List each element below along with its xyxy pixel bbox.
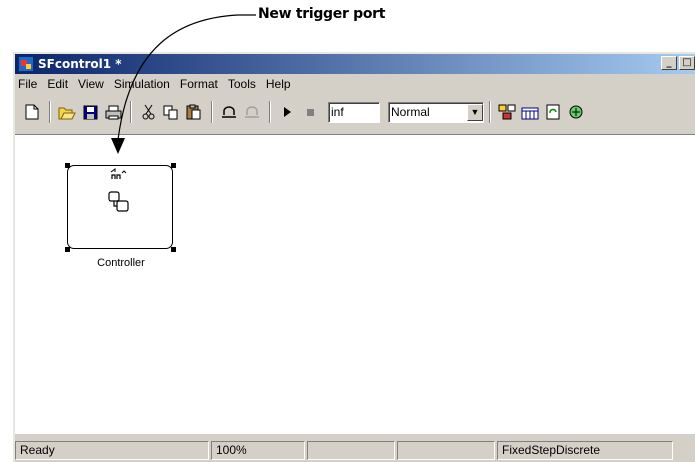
paste-icon[interactable] — [183, 101, 205, 123]
menu-help[interactable]: Help — [261, 77, 296, 91]
maximize-button[interactable]: □ — [679, 56, 695, 70]
status-empty — [397, 440, 495, 460]
stop-icon[interactable] — [299, 101, 321, 123]
menu-format[interactable]: Format — [175, 77, 223, 91]
controller-chart-block[interactable] — [67, 165, 173, 249]
window-title: SFcontrol1 * — [38, 57, 122, 71]
menu-tools[interactable]: Tools — [223, 77, 261, 91]
stop-time-input[interactable] — [328, 101, 380, 123]
simulink-app-icon[interactable] — [18, 56, 34, 72]
redo-icon[interactable] — [241, 101, 263, 123]
toolbar: Normal ▼ — [15, 96, 695, 128]
block-label[interactable]: Controller — [71, 257, 171, 269]
minimize-button[interactable]: _ — [661, 56, 677, 70]
toolbar-separator — [49, 101, 51, 123]
status-empty — [307, 440, 395, 460]
status-zoom: 100% — [211, 440, 305, 460]
block-handle-top-left[interactable] — [65, 163, 70, 168]
update-diagram-icon[interactable] — [542, 101, 564, 123]
callout-label: New trigger port — [258, 6, 386, 22]
status-solver: FixedStepDiscrete — [497, 440, 673, 460]
status-bar: Ready 100% FixedStepDiscrete — [15, 439, 695, 461]
stateflow-chart-icon — [108, 191, 129, 212]
menu-view[interactable]: View — [73, 77, 109, 91]
debug-icon[interactable] — [565, 101, 587, 123]
copy-icon[interactable] — [160, 101, 182, 123]
undo-icon[interactable] — [218, 101, 240, 123]
toolbar-separator — [269, 101, 271, 123]
chevron-down-icon[interactable]: ▼ — [467, 103, 483, 121]
block-handle-bottom-right[interactable] — [171, 247, 176, 252]
cut-icon[interactable] — [137, 101, 159, 123]
model-explorer-icon[interactable] — [519, 101, 541, 123]
new-file-icon[interactable] — [21, 101, 43, 123]
library-browser-icon[interactable] — [496, 101, 518, 123]
menu-simulation[interactable]: Simulation — [109, 77, 175, 91]
diagram-canvas[interactable]: Controller — [15, 134, 695, 434]
toolbar-separator — [130, 101, 132, 123]
play-icon[interactable] — [276, 101, 298, 123]
menu-bar: File Edit View Simulation Format Tools H… — [15, 74, 695, 94]
print-icon[interactable] — [102, 101, 124, 123]
block-handle-bottom-left[interactable] — [65, 247, 70, 252]
title-bar[interactable]: SFcontrol1 * _ □ — [15, 54, 695, 74]
model-window: SFcontrol1 * _ □ File Edit View Simulati… — [13, 52, 695, 462]
save-icon[interactable] — [79, 101, 101, 123]
toolbar-separator — [211, 101, 213, 123]
window-controls: _ □ — [659, 56, 695, 70]
trigger-port-icon — [110, 168, 127, 179]
simulation-mode-select[interactable]: Normal ▼ — [388, 101, 484, 123]
toolbar-separator — [489, 101, 491, 123]
status-state: Ready — [15, 440, 209, 460]
open-folder-icon[interactable] — [56, 101, 78, 123]
menu-file[interactable]: File — [15, 77, 42, 91]
simulation-mode-value: Normal — [391, 105, 430, 119]
menu-edit[interactable]: Edit — [42, 77, 73, 91]
block-handle-top-right[interactable] — [171, 163, 176, 168]
